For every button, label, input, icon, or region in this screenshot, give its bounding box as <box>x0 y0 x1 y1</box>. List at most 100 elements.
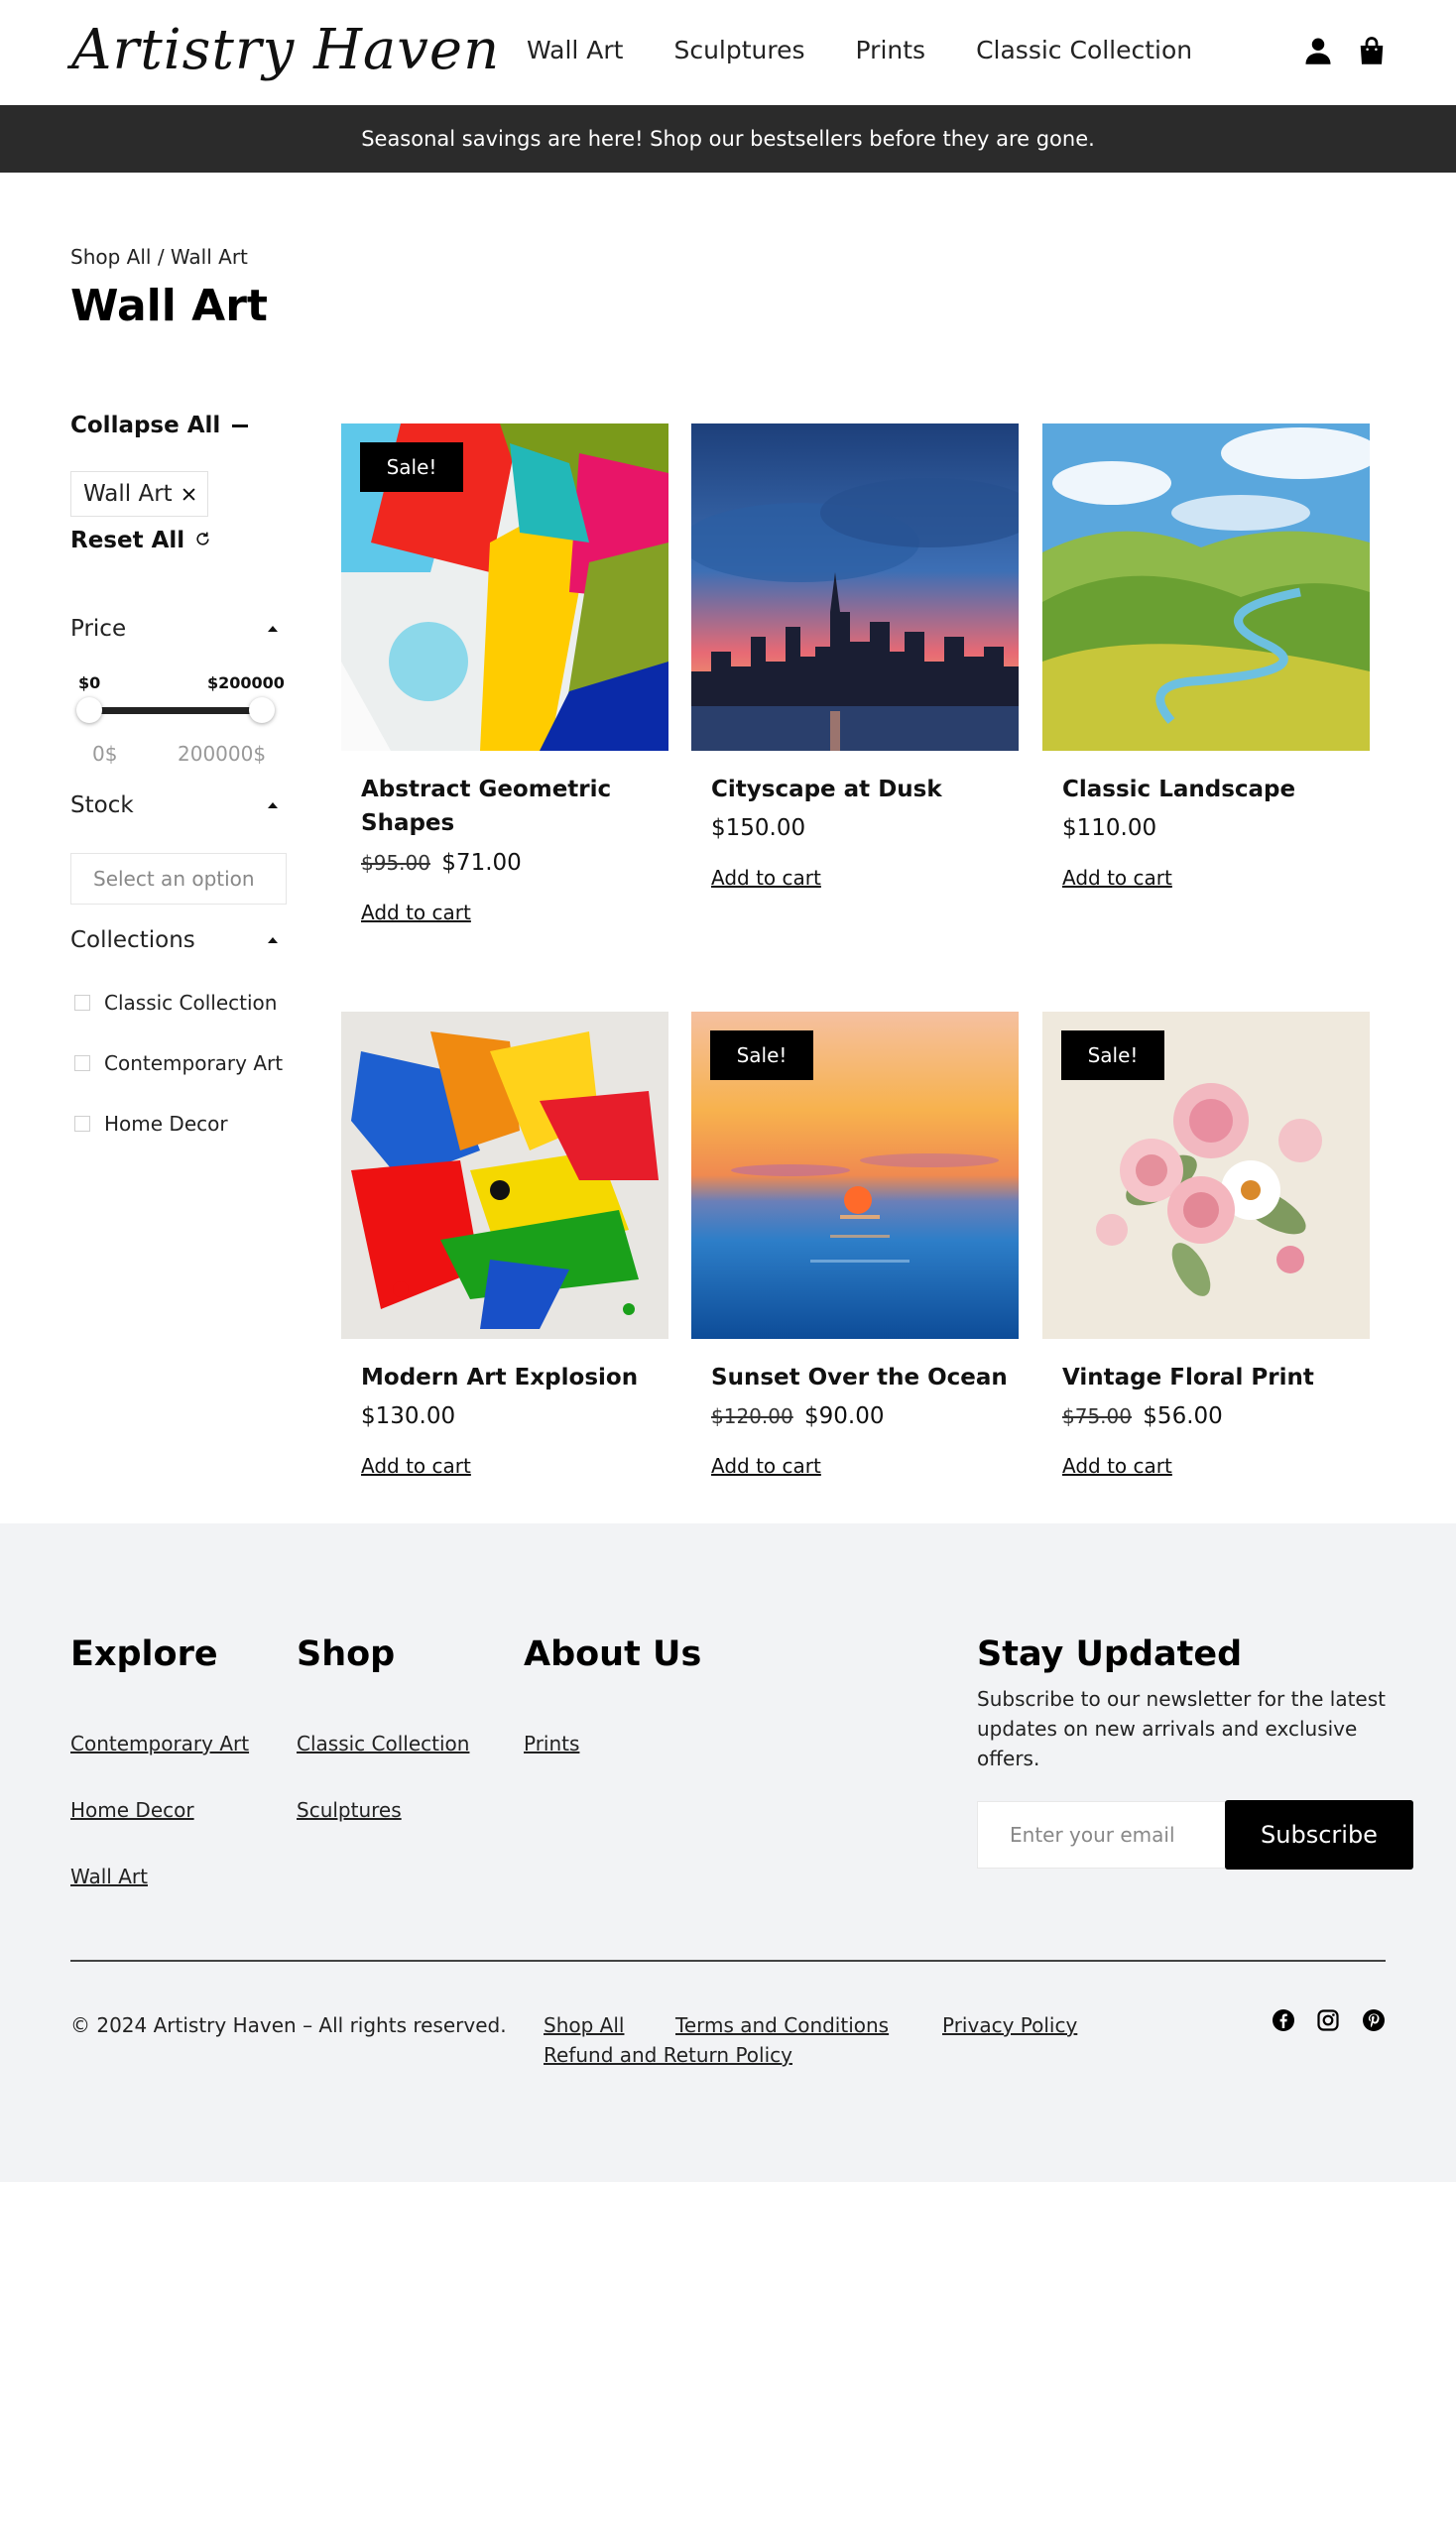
footer-bottom-link[interactable]: Refund and Return Policy <box>544 2043 792 2067</box>
footer-link[interactable]: Home Decor <box>70 1798 194 1822</box>
product-name[interactable]: Abstract Geometric Shapes <box>361 773 659 840</box>
footer-bottom-link[interactable]: Terms and Conditions <box>675 2013 889 2037</box>
product-card: Classic Landscape $110.00 Add to cart <box>1042 423 1370 939</box>
stock-heading: Stock <box>70 792 134 818</box>
footer-bottom-link[interactable]: Privacy Policy <box>942 2013 1077 2037</box>
user-icon[interactable] <box>1303 36 1333 65</box>
product-image[interactable]: Sale! <box>341 423 668 751</box>
add-to-cart-button[interactable]: Add to cart <box>1062 1454 1172 1478</box>
product-name[interactable]: Classic Landscape <box>1062 773 1360 806</box>
footer-link[interactable]: Wall Art <box>70 1865 148 1888</box>
pinterest-icon[interactable] <box>1362 2008 1386 2032</box>
add-to-cart-button[interactable]: Add to cart <box>361 1454 471 1478</box>
product-price: $75.00 $56.00 <box>1062 1403 1223 1429</box>
site-logo[interactable]: Artistry Haven <box>71 18 500 82</box>
price-max-handle[interactable] <box>249 697 275 723</box>
footer-link[interactable]: Sculptures <box>297 1798 402 1822</box>
close-icon[interactable] <box>182 481 195 507</box>
sale-badge: Sale! <box>1061 1030 1164 1080</box>
product-name[interactable]: Vintage Floral Print <box>1062 1361 1360 1394</box>
stock-filter-toggle[interactable]: Stock <box>70 792 284 818</box>
sale-price: $90.00 <box>804 1403 885 1429</box>
subscribe-button[interactable]: Subscribe <box>1225 1800 1413 1870</box>
collection-option-classic[interactable]: Classic Collection <box>74 991 277 1015</box>
shopping-bag-icon[interactable] <box>1357 36 1387 65</box>
footer-heading-shop: Shop <box>297 1634 396 1674</box>
nav-item-wall-art[interactable]: Wall Art <box>527 36 623 64</box>
product-name[interactable]: Sunset Over the Ocean <box>711 1361 1009 1394</box>
reset-all-button[interactable]: Reset All <box>70 528 211 553</box>
collapse-all-label: Collapse All <box>70 413 221 438</box>
checkbox[interactable] <box>74 1116 90 1132</box>
product-card: Sale! Abstract Geometric Shapes $95.00 $… <box>341 423 668 939</box>
product-price: $150.00 <box>711 815 806 841</box>
copyright: © 2024 Artistry Haven – All rights reser… <box>70 2013 507 2037</box>
nav-item-classic-collection[interactable]: Classic Collection <box>976 36 1192 64</box>
chevron-up-icon <box>268 802 278 808</box>
chip-label: Wall Art <box>83 481 173 507</box>
price-range-max: 200000$ <box>178 742 267 766</box>
add-to-cart-button[interactable]: Add to cart <box>1062 866 1172 890</box>
stock-select[interactable]: Select an option <box>70 853 287 905</box>
active-filter-chip[interactable]: Wall Art <box>70 471 208 517</box>
collection-option-label: Home Decor <box>104 1112 228 1136</box>
product-name[interactable]: Cityscape at Dusk <box>711 773 1009 806</box>
original-price: $120.00 <box>711 1404 793 1428</box>
sale-badge: Sale! <box>710 1030 813 1080</box>
reset-all-label: Reset All <box>70 528 185 553</box>
product-price: $120.00 $90.00 <box>711 1403 885 1429</box>
product-card: Sale! Vintage Floral Print $75.00 $56.00… <box>1042 1012 1370 1498</box>
collection-option-home-decor[interactable]: Home Decor <box>74 1112 228 1136</box>
sale-badge: Sale! <box>360 442 463 492</box>
product-price: $130.00 <box>361 1403 456 1429</box>
instagram-icon[interactable] <box>1316 2008 1340 2032</box>
price-filter-toggle[interactable]: Price <box>70 616 284 642</box>
footer-link[interactable]: Classic Collection <box>297 1732 469 1755</box>
nav-item-sculptures[interactable]: Sculptures <box>673 36 804 64</box>
newsletter-description: Subscribe to our newsletter for the late… <box>977 1687 1386 1770</box>
site-header: Artistry Haven Wall Art Sculptures Print… <box>0 0 1456 105</box>
collection-option-label: Classic Collection <box>104 991 278 1015</box>
main-nav: Wall Art Sculptures Prints Classic Colle… <box>527 36 1192 64</box>
product-card: Sale! Sunset Over the Ocean $120.00 $90.… <box>691 1012 1019 1498</box>
site-footer: Explore Contemporary Art Home Decor Wall… <box>0 1523 1456 2182</box>
footer-link[interactable]: Prints <box>524 1732 579 1755</box>
original-price: $95.00 <box>361 851 430 875</box>
add-to-cart-button[interactable]: Add to cart <box>711 1454 821 1478</box>
price-min-handle[interactable] <box>76 697 102 723</box>
product-price: $110.00 <box>1062 815 1157 841</box>
collection-option-label: Contemporary Art <box>104 1051 284 1075</box>
checkbox[interactable] <box>74 995 90 1011</box>
collections-filter-toggle[interactable]: Collections <box>70 927 284 953</box>
collapse-all-button[interactable]: Collapse All <box>70 413 249 438</box>
footer-divider <box>70 1960 1386 1962</box>
minus-icon <box>232 423 249 427</box>
product-image[interactable] <box>691 423 1019 751</box>
product-card: Modern Art Explosion $130.00 Add to cart <box>341 1012 668 1498</box>
footer-heading-explore: Explore <box>70 1634 218 1674</box>
page-title: Wall Art <box>70 281 268 331</box>
add-to-cart-button[interactable]: Add to cart <box>361 901 471 924</box>
footer-link[interactable]: Contemporary Art <box>70 1732 249 1755</box>
price-heading: Price <box>70 616 127 642</box>
checkbox[interactable] <box>74 1055 90 1071</box>
add-to-cart-button[interactable]: Add to cart <box>711 866 821 890</box>
product-image[interactable] <box>341 1012 668 1339</box>
product-image[interactable] <box>1042 423 1370 751</box>
product-price: $95.00 $71.00 <box>361 850 522 876</box>
newsletter-heading: Stay Updated <box>977 1634 1243 1674</box>
product-image[interactable]: Sale! <box>1042 1012 1370 1339</box>
collections-heading: Collections <box>70 927 195 953</box>
email-input[interactable]: Enter your email <box>977 1801 1227 1869</box>
facebook-icon[interactable] <box>1272 2008 1295 2032</box>
breadcrumb[interactable]: Shop All / Wall Art <box>70 245 248 269</box>
footer-bottom-link[interactable]: Shop All <box>544 2013 624 2037</box>
nav-item-prints[interactable]: Prints <box>856 36 926 64</box>
chevron-up-icon <box>268 937 278 943</box>
price-min-label: $0 <box>78 673 101 692</box>
product-name[interactable]: Modern Art Explosion <box>361 1361 659 1394</box>
collection-option-contemporary[interactable]: Contemporary Art <box>74 1051 283 1075</box>
price-range-track[interactable] <box>88 707 267 714</box>
original-price: $75.00 <box>1062 1404 1132 1428</box>
product-image[interactable]: Sale! <box>691 1012 1019 1339</box>
